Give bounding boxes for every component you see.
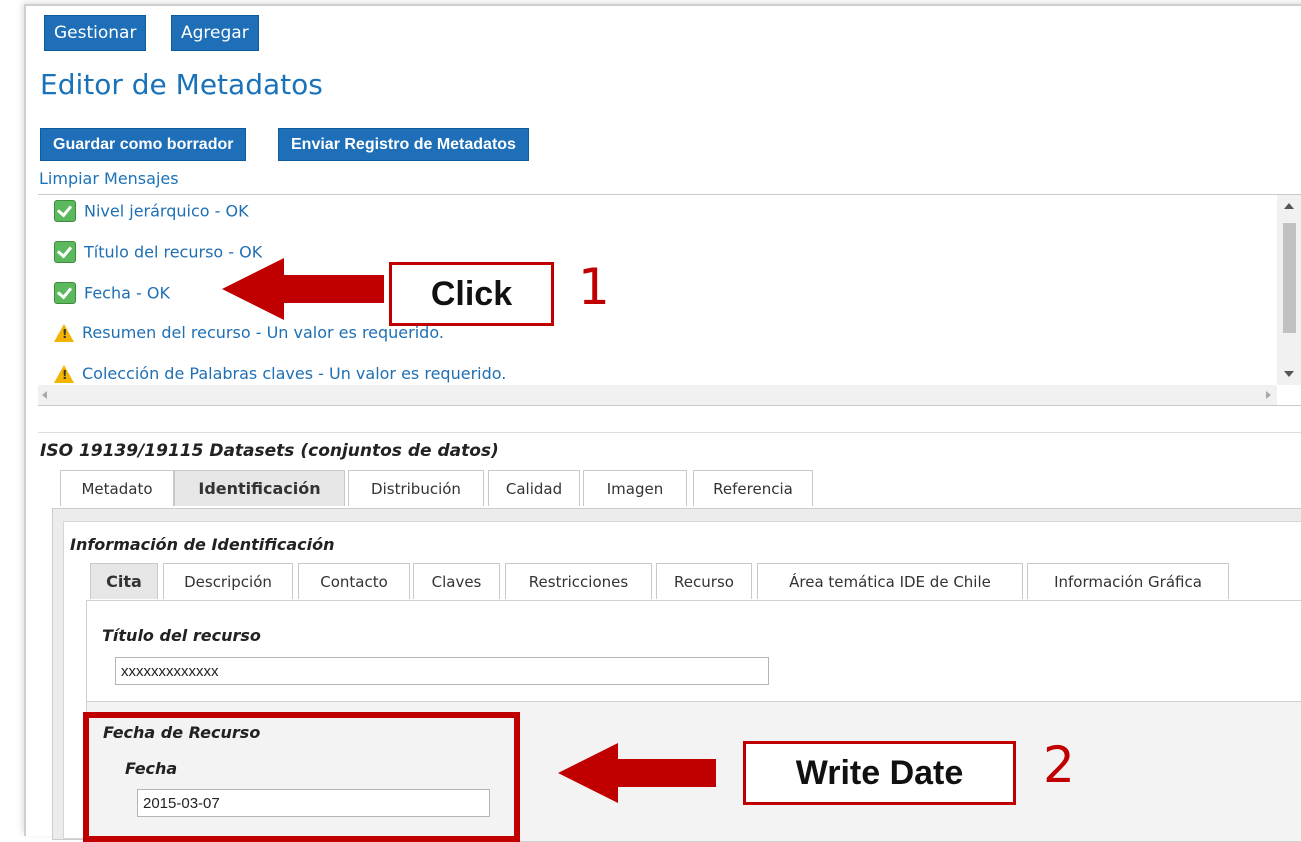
tab-contacto[interactable]: Contacto <box>298 563 410 599</box>
scroll-up-icon[interactable] <box>1284 203 1294 209</box>
form-title: ISO 19139/19115 Datasets (conjuntos de d… <box>40 441 499 461</box>
arrow-left-icon <box>558 743 716 803</box>
citation-title-area <box>87 601 1301 702</box>
divider <box>38 432 1301 433</box>
clear-messages-link[interactable]: Limpiar Mensajes <box>39 169 179 188</box>
check-icon <box>54 282 76 304</box>
message-text: Colección de Palabras claves - Un valor … <box>82 364 507 383</box>
manage-button[interactable]: Gestionar <box>44 15 147 51</box>
message-item[interactable]: Fecha - OK <box>54 282 170 306</box>
tab-calidad[interactable]: Calidad <box>488 470 580 506</box>
scroll-down-icon[interactable] <box>1284 371 1294 377</box>
tab-area-tematica[interactable]: Área temática IDE de Chile <box>757 563 1023 599</box>
tab-distribucion[interactable]: Distribución <box>348 470 484 506</box>
message-text: Nivel jerárquico - OK <box>84 201 249 221</box>
check-icon <box>54 241 76 263</box>
message-item[interactable]: Resumen del recurso - Un valor es requer… <box>54 322 444 346</box>
step-number-1: 1 <box>578 258 610 316</box>
resource-title-input[interactable]: xxxxxxxxxxxxx <box>115 657 769 685</box>
add-button[interactable]: Agregar <box>171 15 259 51</box>
tab-claves[interactable]: Claves <box>413 563 500 599</box>
tab-recurso[interactable]: Recurso <box>656 563 752 599</box>
tab-cita[interactable]: Cita <box>90 563 158 599</box>
vertical-scrollbar[interactable] <box>1277 195 1301 385</box>
check-icon <box>54 200 76 222</box>
warning-icon <box>54 364 74 383</box>
date-highlight-box <box>83 712 520 842</box>
tab-identificacion[interactable]: Identificación <box>174 470 345 506</box>
click-callout: Click <box>389 262 554 326</box>
page-title: Editor de Metadatos <box>40 68 323 101</box>
horizontal-scrollbar[interactable] <box>38 385 1277 405</box>
tab-descripcion[interactable]: Descripción <box>163 563 293 599</box>
warning-icon <box>54 323 74 342</box>
message-text: Fecha - OK <box>84 283 170 303</box>
scrollbar-thumb[interactable] <box>1283 223 1296 333</box>
arrow-left-icon <box>222 258 384 320</box>
tab-informacion-grafica[interactable]: Información Gráfica <box>1027 563 1229 599</box>
tab-imagen[interactable]: Imagen <box>583 470 687 506</box>
section-title: Información de Identificación <box>70 535 335 554</box>
tab-restricciones[interactable]: Restricciones <box>505 563 652 599</box>
resource-title-label: Título del recurso <box>102 626 261 645</box>
message-item[interactable]: Nivel jerárquico - OK <box>54 200 249 224</box>
step-number-2: 2 <box>1043 736 1075 794</box>
tab-metadato[interactable]: Metadato <box>60 470 174 506</box>
message-item[interactable]: Colección de Palabras claves - Un valor … <box>54 363 506 385</box>
scroll-right-icon[interactable] <box>1266 391 1271 399</box>
write-date-callout: Write Date <box>743 741 1016 805</box>
save-draft-button[interactable]: Guardar como borrador <box>40 128 247 161</box>
scroll-left-icon[interactable] <box>42 391 47 399</box>
tab-referencia[interactable]: Referencia <box>693 470 813 506</box>
send-metadata-button[interactable]: Enviar Registro de Metadatos <box>278 128 529 161</box>
